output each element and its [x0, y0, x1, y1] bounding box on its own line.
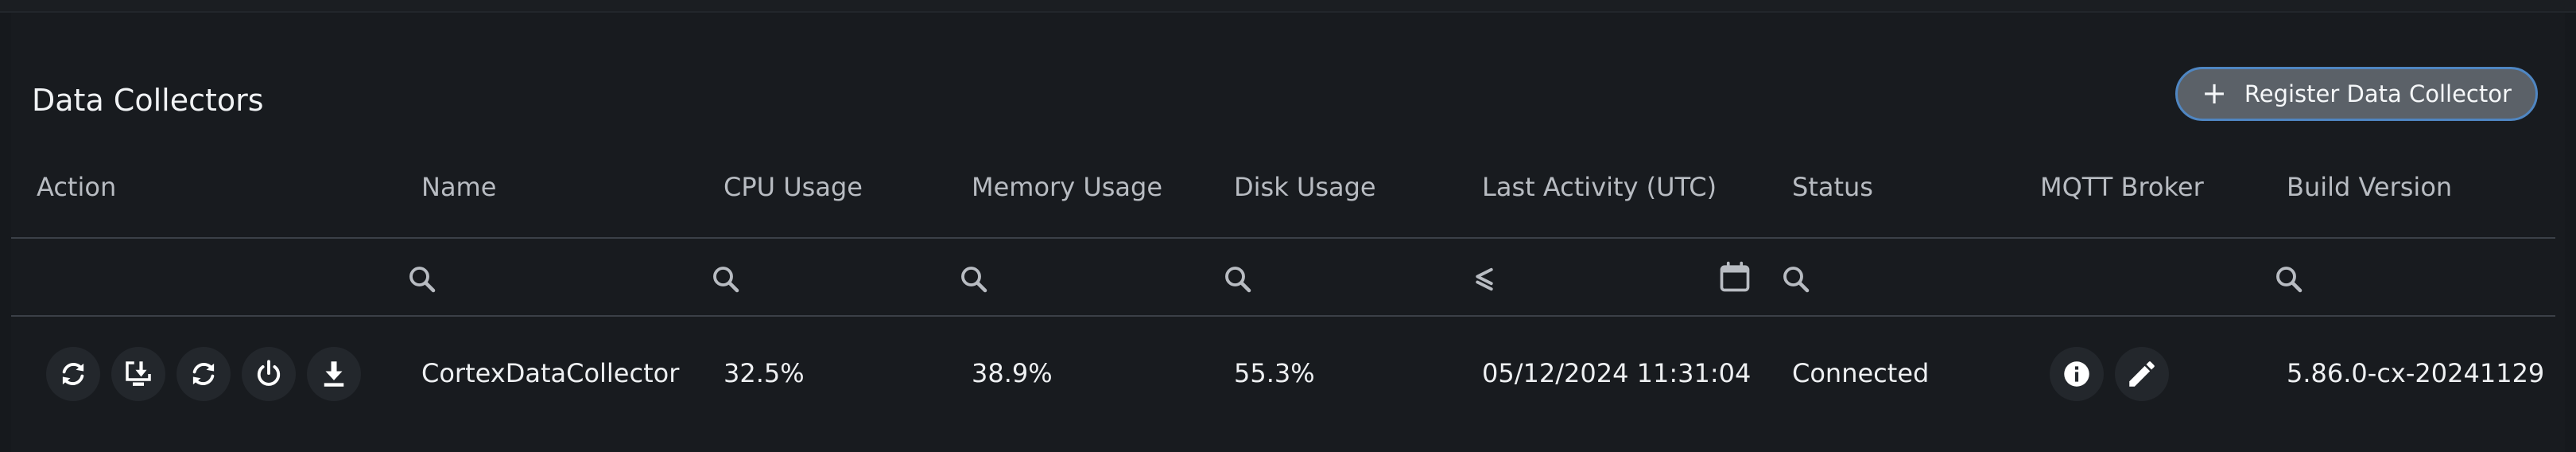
- column-header-status[interactable]: Status: [1792, 172, 1873, 202]
- filter-divider: [11, 315, 2555, 317]
- collector-name: CortexDataCollector: [421, 358, 680, 388]
- refresh-button[interactable]: [177, 347, 231, 401]
- last-activity-calendar-icon[interactable]: [1717, 259, 1752, 294]
- download-icon: [324, 361, 344, 387]
- build-filter-search-icon[interactable]: [2272, 263, 2306, 296]
- register-button-label: Register Data Collector: [2244, 80, 2512, 107]
- column-header-last-activity[interactable]: Last Activity (UTC): [1482, 172, 1717, 202]
- header-divider: [11, 237, 2555, 239]
- info-icon: [2064, 361, 2089, 387]
- cpu-filter-search-icon[interactable]: [709, 263, 743, 296]
- disk-filter-search-icon[interactable]: [1221, 263, 1255, 296]
- mqtt-edit-button[interactable]: [2115, 347, 2169, 401]
- memory-usage-value: 38.9%: [972, 358, 1053, 388]
- column-header-memory-usage[interactable]: Memory Usage: [972, 172, 1162, 202]
- column-header-build-version[interactable]: Build Version: [2287, 172, 2452, 202]
- disk-usage-value: 55.3%: [1234, 358, 1315, 388]
- memory-filter-search-icon[interactable]: [957, 263, 991, 296]
- column-header-name[interactable]: Name: [421, 172, 496, 202]
- plus-icon: +: [2202, 75, 2227, 111]
- build-version-value: 5.86.0-cx-20241129: [2287, 358, 2545, 388]
- name-filter-search-icon[interactable]: [405, 263, 439, 296]
- status-filter-search-icon[interactable]: [1779, 263, 1813, 296]
- power-button[interactable]: [242, 347, 296, 401]
- status-value: Connected: [1792, 358, 1930, 388]
- last-activity-value: 05/12/2024 11:31:04: [1482, 358, 1752, 388]
- column-header-cpu-usage[interactable]: CPU Usage: [724, 172, 863, 202]
- app-window: Data Collectors + Register Data Collecto…: [0, 0, 2576, 452]
- top-edge: [0, 0, 2576, 13]
- mqtt-info-button[interactable]: [2050, 347, 2104, 401]
- power-icon: [257, 360, 281, 386]
- edit-icon: [2129, 361, 2155, 387]
- refresh-icon: [192, 362, 215, 386]
- cpu-usage-value: 32.5%: [724, 358, 805, 388]
- column-header-mqtt-broker[interactable]: MQTT Broker: [2040, 172, 2204, 202]
- panel-title: Data Collectors: [32, 83, 264, 118]
- column-header-action[interactable]: Action: [37, 172, 116, 202]
- download-button[interactable]: [307, 347, 361, 401]
- sync-button[interactable]: [46, 347, 100, 401]
- last-activity-less-than-or-equal-icon[interactable]: [1468, 263, 1501, 296]
- column-header-disk-usage[interactable]: Disk Usage: [1234, 172, 1376, 202]
- register-data-collector-button[interactable]: + Register Data Collector: [2175, 67, 2538, 121]
- install-button[interactable]: [111, 347, 165, 401]
- sync-icon: [62, 362, 84, 386]
- install-icon: [126, 361, 151, 386]
